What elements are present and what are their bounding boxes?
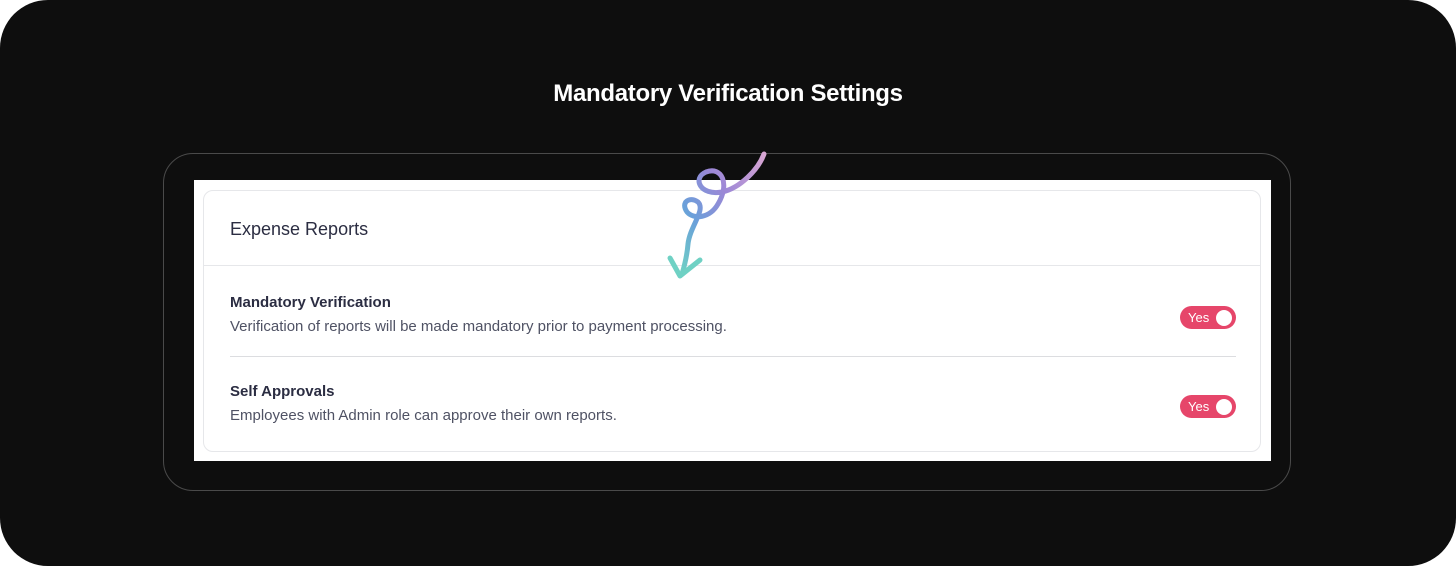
setting-description: Employees with Admin role can approve th… [230,407,617,424]
mandatory-verification-toggle[interactable]: Yes [1180,306,1236,329]
toggle-knob [1216,398,1232,415]
card-title: Expense Reports [230,219,369,239]
toggle-knob [1216,309,1232,326]
toggle-label: Yes [1188,399,1210,414]
toggle-label: Yes [1188,310,1210,325]
setting-description: Verification of reports will be made man… [230,318,727,335]
self-approvals-toggle[interactable]: Yes [1180,395,1236,418]
curly-arrow-icon [667,151,767,279]
setting-label: Mandatory Verification [230,294,391,311]
app-frame: Mandatory Verification Settings Expense … [0,0,1456,566]
setting-label: Self Approvals [230,383,335,400]
page-title: Mandatory Verification Settings [553,80,903,107]
setting-row-mandatory-verification: Mandatory Verification Verification of r… [230,294,1236,357]
setting-row-self-approvals: Self Approvals Employees with Admin role… [230,383,1236,438]
